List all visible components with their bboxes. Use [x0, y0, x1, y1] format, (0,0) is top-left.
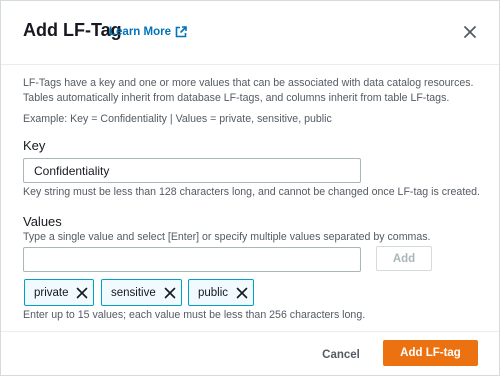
close-icon: [464, 26, 476, 38]
close-icon: [164, 287, 176, 299]
close-icon: [76, 287, 88, 299]
learn-more-label: Learn More: [109, 26, 171, 38]
tag-label: sensitive: [111, 286, 156, 299]
key-label: Key: [23, 138, 46, 153]
tag-label: private: [34, 286, 69, 299]
modal-example: Example: Key = Confidentiality | Values …: [23, 113, 332, 125]
key-hint: Key string must be less than 128 charact…: [23, 186, 480, 198]
modal-description: LF-Tags have a key and one or more value…: [23, 77, 474, 104]
values-hint: Enter up to 15 values; each value must b…: [23, 309, 366, 321]
close-icon: [236, 287, 248, 299]
remove-tag-button[interactable]: [74, 285, 90, 301]
key-input[interactable]: [23, 158, 361, 183]
learn-more-link[interactable]: Learn More: [109, 26, 187, 38]
close-button[interactable]: [459, 21, 481, 43]
add-lf-tag-button[interactable]: Add LF-tag: [383, 340, 478, 366]
remove-tag-button[interactable]: [162, 285, 178, 301]
add-value-button[interactable]: Add: [376, 246, 432, 271]
add-lf-tag-modal: Add LF-Tag Learn More LF-Tags have a key…: [0, 0, 500, 376]
values-input[interactable]: [23, 247, 361, 272]
tag-token: private: [24, 279, 94, 306]
remove-tag-button[interactable]: [234, 285, 250, 301]
modal-title: Add LF-Tag: [23, 20, 122, 40]
tag-token: sensitive: [101, 279, 182, 306]
cancel-button[interactable]: Cancel: [312, 345, 370, 365]
modal-footer: Cancel Add LF-tag: [1, 331, 499, 376]
values-label: Values: [23, 214, 62, 229]
tag-token: public: [188, 279, 254, 306]
values-description: Type a single value and select [Enter] o…: [23, 231, 431, 243]
external-link-icon: [175, 26, 187, 38]
tag-label: public: [198, 286, 229, 299]
modal-header: Add LF-Tag Learn More: [1, 1, 499, 65]
